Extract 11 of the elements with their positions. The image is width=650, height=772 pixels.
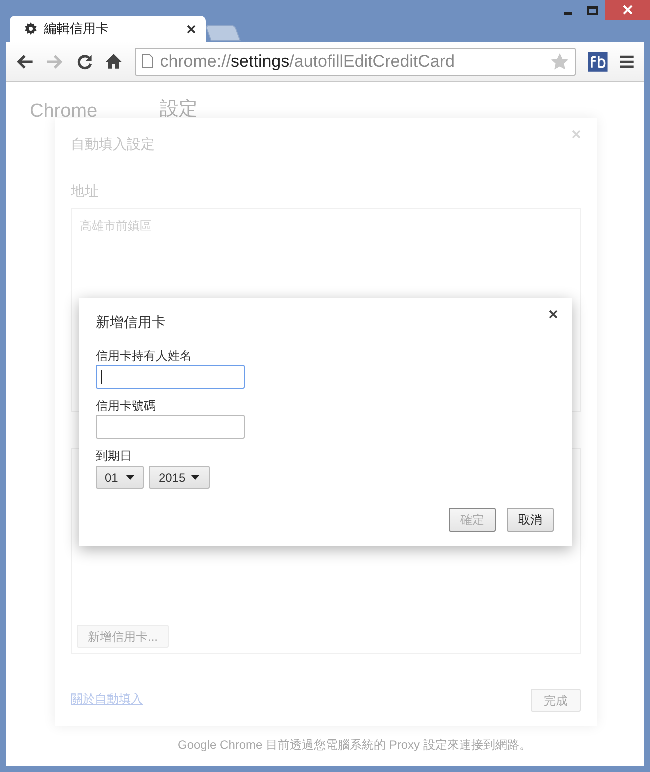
overlay-title: 自動填入設定 [71,135,155,154]
url-text: chrome://settings/autofillEditCreditCard [160,50,456,73]
dialog-title: 新增信用卡 [96,313,166,332]
field-label: 到期日 [96,448,133,465]
tab-title: 編輯信用卡 [44,20,110,38]
footer-note: Google Chrome 目前透過您電腦系統的 Proxy 設定來連接到網路。 [178,737,532,754]
field-label: 信用卡持有人姓名 [96,348,193,365]
page-heading: 設定 [160,98,198,122]
field-label: 信用卡號碼 [96,398,157,415]
sidebar-brand: Chrome [30,100,98,124]
section-label: 地址 [71,182,100,201]
